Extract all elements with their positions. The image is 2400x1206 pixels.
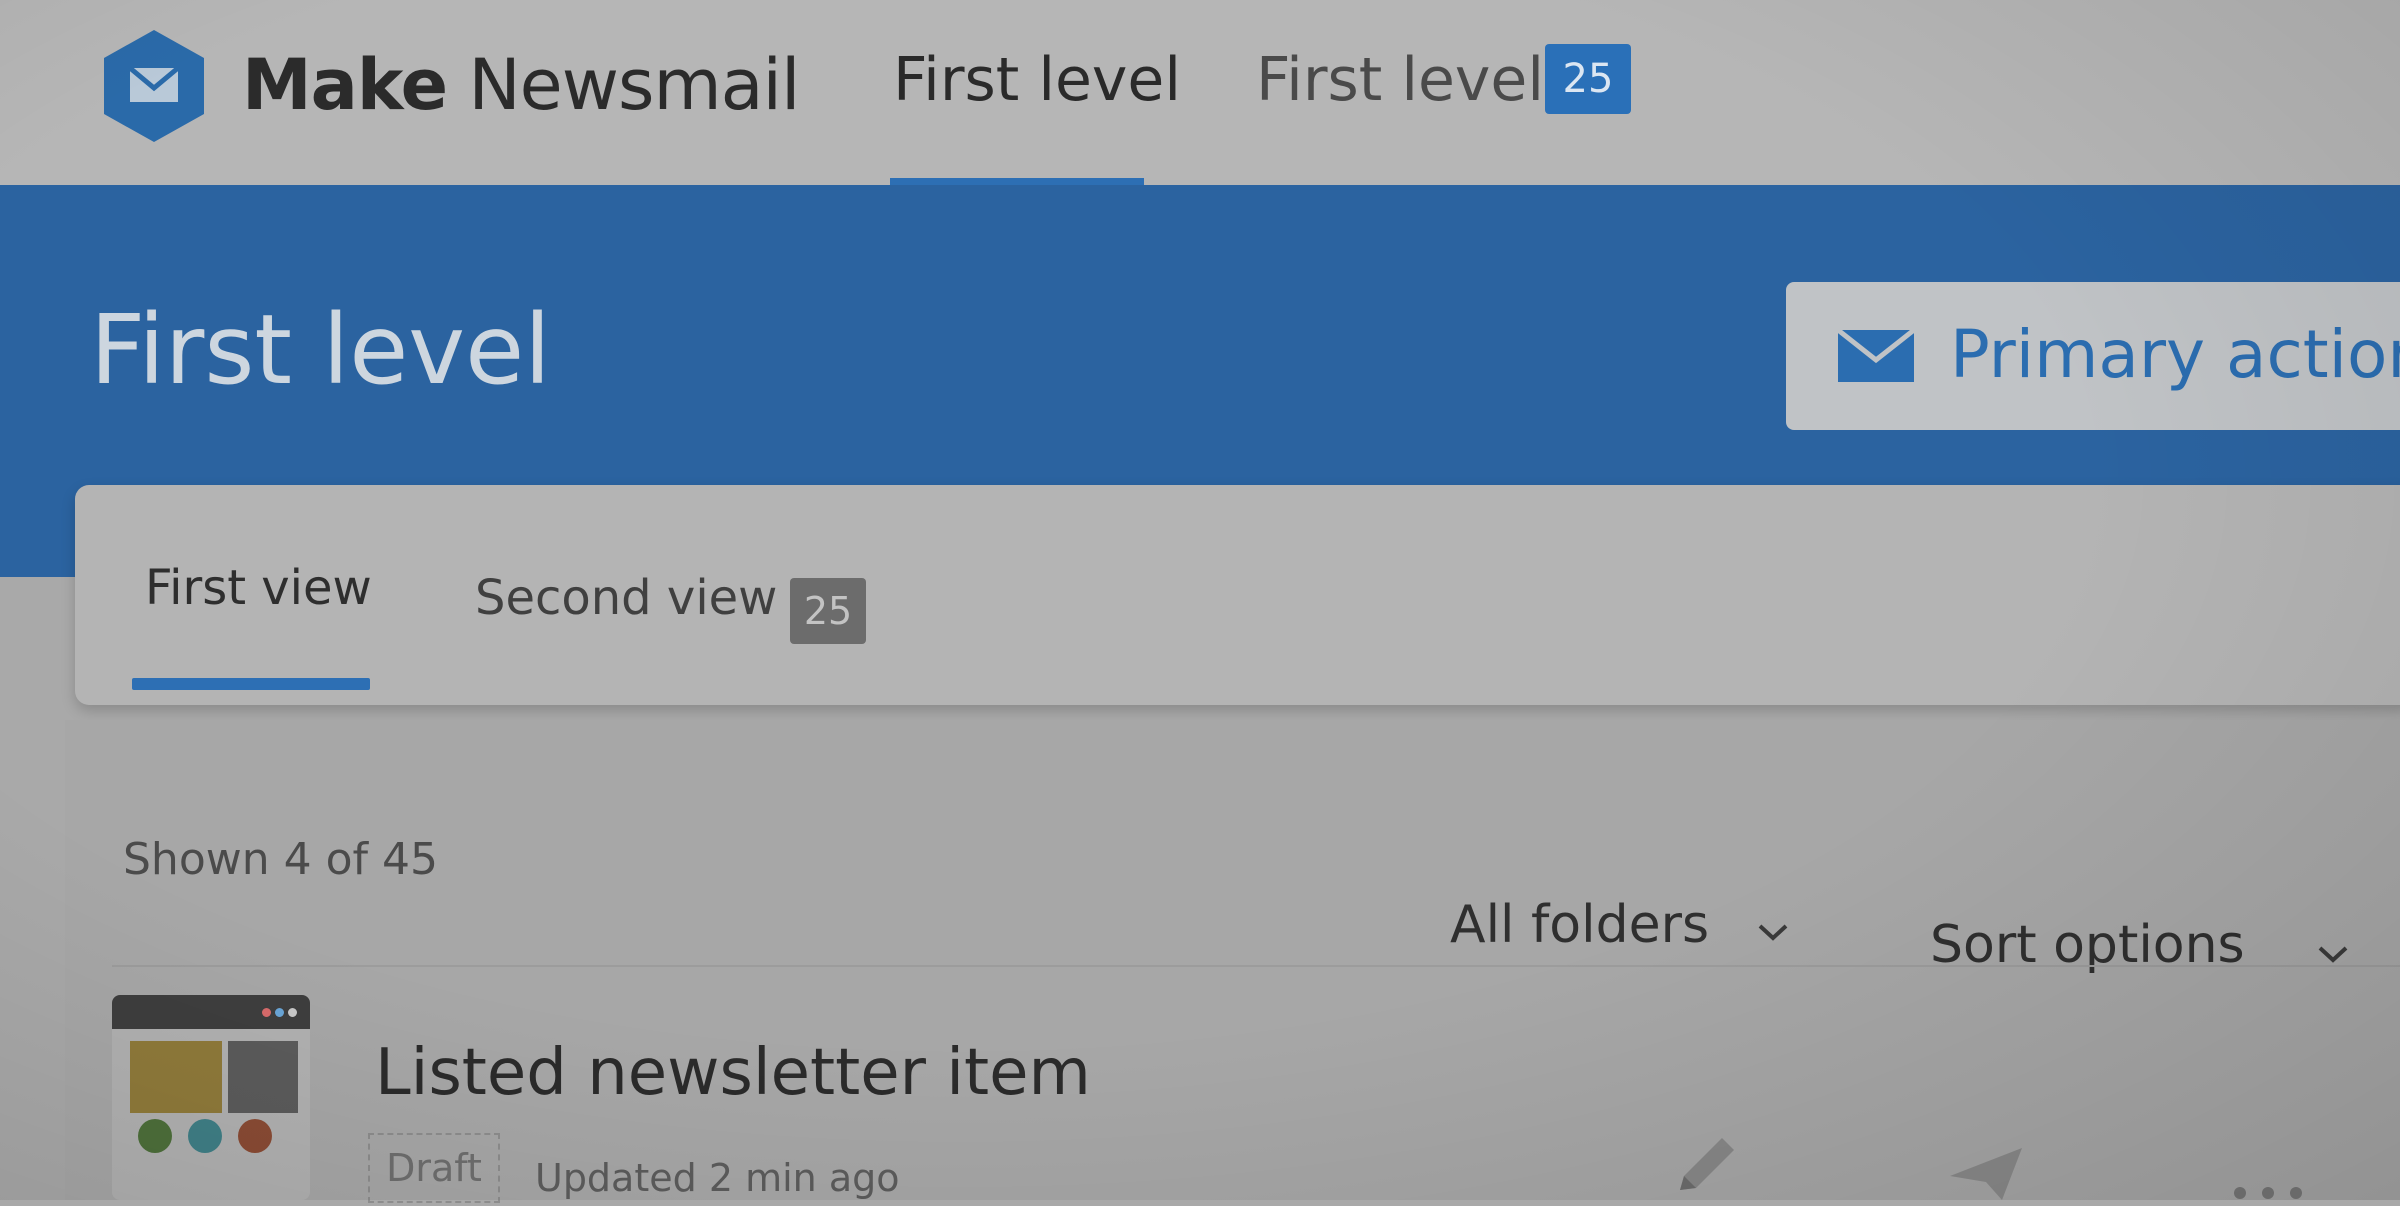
thumbnail-circle-icon — [238, 1119, 272, 1153]
window-dot-icon — [275, 1008, 284, 1017]
thumbnail-circle-icon — [188, 1119, 222, 1153]
thumbnail-circle-icon — [138, 1119, 172, 1153]
window-dot-icon — [262, 1008, 271, 1017]
view-tabs-card — [75, 485, 2400, 705]
sort-options-dropdown[interactable]: Sort options — [1930, 910, 2245, 980]
primary-action-label: Primary action — [1950, 316, 2400, 393]
primary-action-button[interactable]: Primary action — [1786, 282, 2400, 430]
logo-hexagon-envelope-icon[interactable] — [100, 28, 208, 144]
nav-count-badge: 25 — [1545, 44, 1631, 114]
envelope-icon — [1838, 330, 1914, 382]
newsletter-thumbnail[interactable] — [112, 995, 310, 1200]
updated-timestamp: Updated 2 min ago — [535, 1156, 900, 1200]
nav-item-first-level-2[interactable]: First level — [1256, 40, 1544, 120]
tab-first-view[interactable]: First view — [145, 555, 372, 621]
window-dot-icon — [288, 1008, 297, 1017]
brand-name[interactable]: Make Newsmail — [242, 40, 800, 130]
chevron-down-icon[interactable] — [2316, 944, 2350, 964]
more-icon[interactable] — [2228, 1186, 2308, 1200]
tab-second-view[interactable]: Second view — [475, 565, 777, 631]
list-item-title[interactable]: Listed newsletter item — [375, 1030, 1091, 1116]
tab-active-indicator — [132, 678, 370, 690]
brand-name-bold: Make — [242, 44, 448, 126]
list-divider — [112, 965, 2400, 967]
brand-name-light: Newsmail — [468, 44, 800, 126]
pencil-icon[interactable] — [1670, 1130, 1744, 1200]
nav-item-first-level[interactable]: First level — [893, 40, 1181, 120]
results-count: Shown 4 of 45 — [123, 834, 438, 885]
folder-filter-dropdown[interactable]: All folders — [1450, 890, 1709, 960]
page-title: First level — [90, 294, 551, 406]
chevron-down-icon[interactable] — [1756, 922, 1790, 942]
thumbnail-banner — [130, 1041, 222, 1113]
status-badge: Draft — [368, 1133, 500, 1203]
thumbnail-photo — [228, 1041, 298, 1113]
send-icon[interactable] — [1946, 1146, 2026, 1200]
tab-count-badge: 25 — [790, 578, 866, 644]
